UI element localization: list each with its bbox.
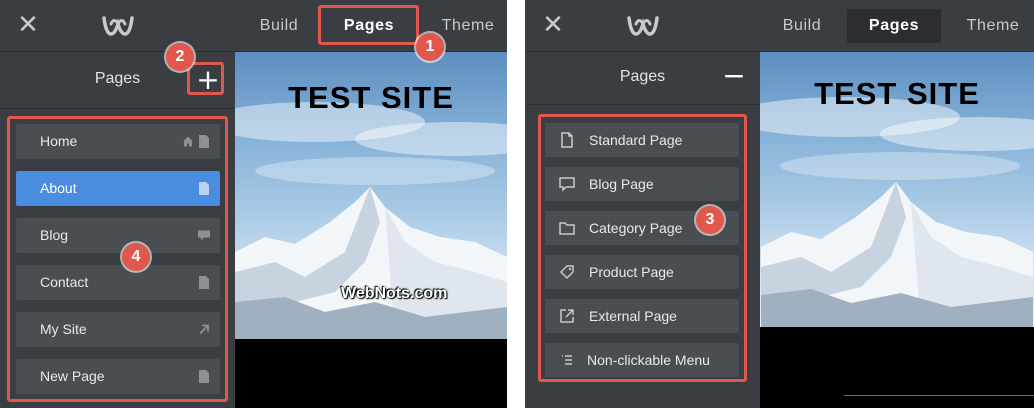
weebly-logo-icon xyxy=(627,16,659,36)
divider xyxy=(525,104,760,105)
site-preview: TEST SITE WebNots.com xyxy=(235,52,507,408)
step-badge-2: 2 xyxy=(166,43,194,71)
highlight-pages-tab xyxy=(318,5,419,45)
editor-topbar: ✕ Build Pages Theme xyxy=(525,0,1034,52)
step-badge-3: 3 xyxy=(696,206,724,234)
mountain-image xyxy=(761,182,1033,327)
footer-line xyxy=(844,395,1034,396)
tab-build[interactable]: Build xyxy=(246,0,312,52)
close-icon[interactable]: ✕ xyxy=(16,12,40,38)
highlight-page-types xyxy=(538,114,747,382)
mountain-image xyxy=(235,187,507,339)
tab-build[interactable]: Build xyxy=(769,0,835,52)
close-icon[interactable]: ✕ xyxy=(541,12,565,38)
site-title: TEST SITE xyxy=(288,80,454,115)
watermark: WebNots.com xyxy=(341,285,448,302)
site-preview: TEST SITE xyxy=(760,52,1034,408)
tab-pages[interactable]: Pages xyxy=(847,9,941,43)
weebly-logo-icon xyxy=(102,16,134,36)
tab-theme[interactable]: Theme xyxy=(957,0,1029,52)
site-title: TEST SITE xyxy=(814,76,980,111)
highlight-add-button xyxy=(187,62,224,95)
divider xyxy=(0,108,235,109)
footer-area xyxy=(235,339,507,408)
screenshot-right: ✕ Build Pages Theme Pages − Standard Pag… xyxy=(525,0,1034,408)
collapse-button[interactable]: − xyxy=(720,62,748,90)
step-badge-1: 1 xyxy=(416,33,444,61)
screenshot-left: ✕ Build Pages Theme Pages + Home About B… xyxy=(0,0,507,408)
step-badge-4: 4 xyxy=(122,243,150,271)
highlight-page-list xyxy=(7,116,228,402)
